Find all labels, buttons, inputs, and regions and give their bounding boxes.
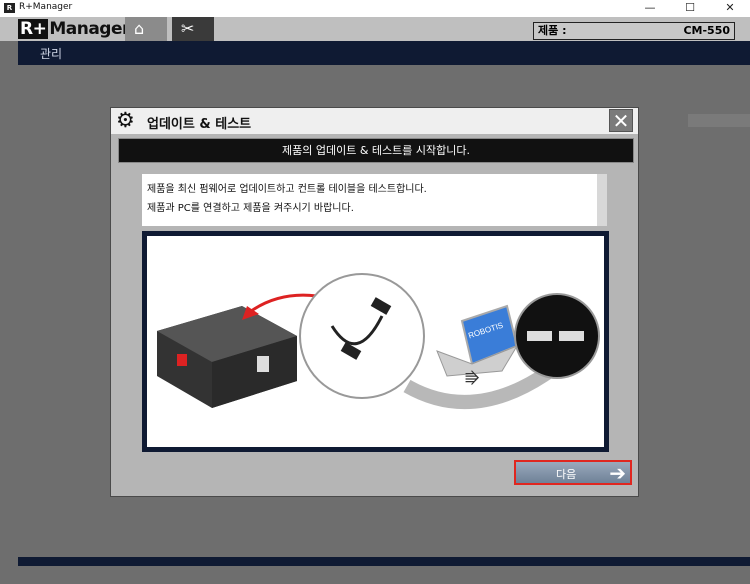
update-test-dialog: ⚙ 업데이트 & 테스트 ✕ 제품의 업데이트 & 테스트를 시작합니다. 제품… bbox=[110, 107, 639, 497]
menu-item-manage[interactable]: 관리 bbox=[40, 45, 62, 62]
status-bar bbox=[18, 557, 750, 566]
connection-illustration: ROBOTIS ⭆ bbox=[142, 231, 609, 452]
minimize-button[interactable]: — bbox=[630, 0, 670, 17]
product-value: CM-550 bbox=[683, 24, 730, 37]
home-tab[interactable]: ⌂ bbox=[125, 17, 167, 41]
dialog-close-button[interactable]: ✕ bbox=[609, 109, 633, 132]
arrow-right-icon: ➔ bbox=[609, 461, 626, 485]
description-scrollbar[interactable] bbox=[597, 174, 607, 226]
tools-tab[interactable]: ✂ bbox=[172, 17, 214, 41]
window-titlebar: R R+Manager — ☐ ✕ bbox=[0, 0, 750, 18]
description-box: 제품을 최신 펌웨어로 업데이트하고 컨트롤 테이블을 테스트합니다. 제품과 … bbox=[142, 174, 607, 226]
dialog-banner: 제품의 업데이트 & 테스트를 시작합니다. bbox=[118, 138, 634, 163]
home-icon: ⌂ bbox=[134, 19, 145, 38]
window-close-button[interactable]: ✕ bbox=[710, 0, 750, 17]
description-line-1: 제품을 최신 펌웨어로 업데이트하고 컨트롤 테이블을 테스트합니다. bbox=[147, 184, 427, 195]
app-logo: R+ Manager bbox=[18, 19, 130, 39]
tools-icon: ✂ bbox=[181, 19, 195, 38]
next-button[interactable]: 다음 ➔ bbox=[514, 460, 632, 485]
next-button-label: 다음 bbox=[556, 468, 577, 481]
dialog-title: 업데이트 & 테스트 bbox=[147, 117, 252, 132]
product-indicator: 제품 : CM-550 bbox=[533, 22, 735, 40]
product-label: 제품 : bbox=[538, 24, 567, 37]
scroll-strip bbox=[688, 114, 750, 127]
description-line-2: 제품과 PC를 연결하고 제품을 켜주시기 바랍니다. bbox=[147, 203, 354, 214]
maximize-button[interactable]: ☐ bbox=[670, 0, 710, 17]
app-icon: R bbox=[4, 3, 15, 13]
svg-text:⭆: ⭆ bbox=[465, 369, 479, 388]
window-title: R+Manager bbox=[19, 2, 73, 12]
gear-icon: ⚙ bbox=[116, 108, 135, 132]
menu-bar: 관리 bbox=[18, 41, 750, 65]
dialog-titlebar: ⚙ 업데이트 & 테스트 ✕ bbox=[111, 108, 638, 134]
